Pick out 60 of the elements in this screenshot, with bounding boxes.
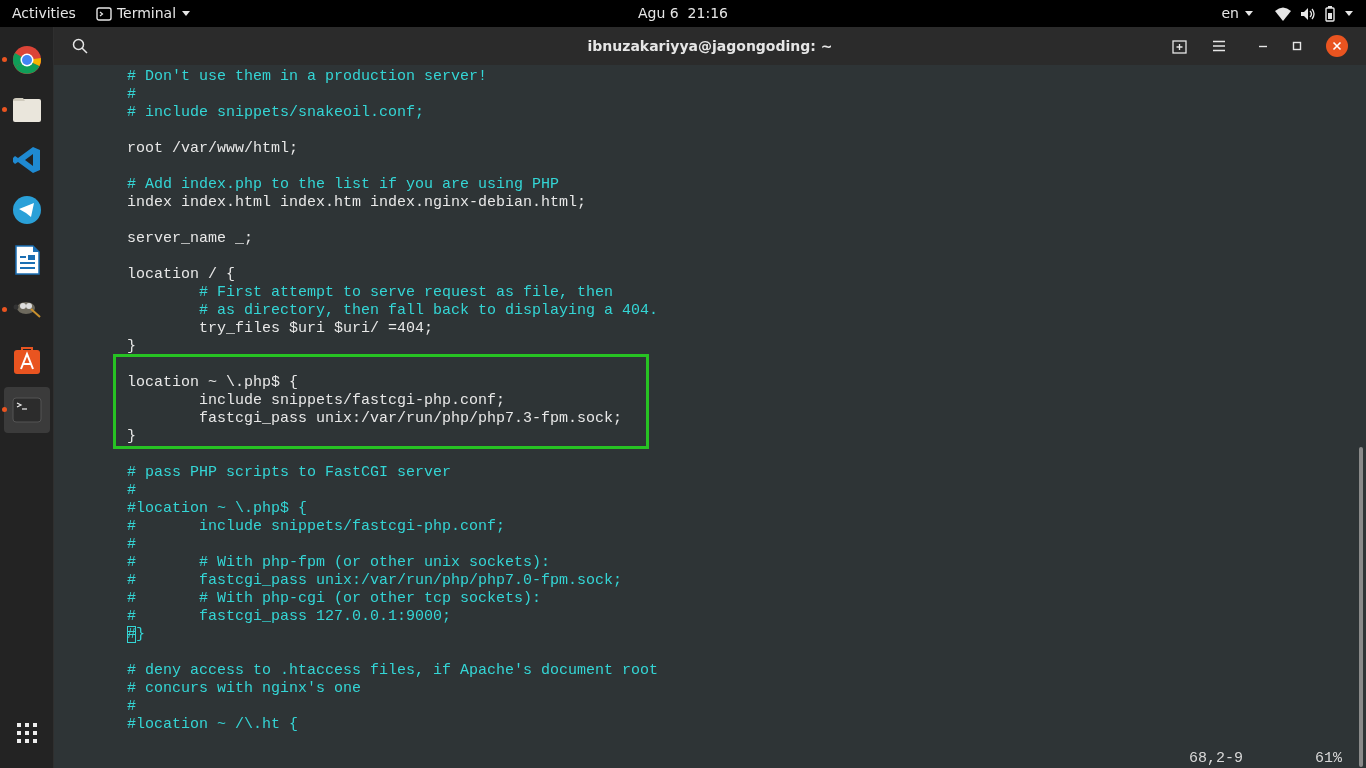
comment-line: # Don't use them in a production server! — [127, 68, 489, 87]
code-line: try_files $uri $uri/ =404; — [198, 320, 435, 339]
system-menu[interactable] — [1272, 5, 1356, 22]
comment-line: # pass PHP scripts to FastCGI server — [127, 464, 453, 483]
window-title: ibnuzakariyya@jagongoding: ~ — [587, 37, 833, 56]
code-line: } — [127, 428, 137, 447]
comment-line: # # With php-fpm (or other unix sockets): — [127, 554, 552, 573]
comment-line: # include snippets/snakeoil.conf; — [127, 104, 426, 123]
shopping-bag-icon — [12, 345, 42, 375]
comment-line: # First attempt to serve request as file, then — [198, 284, 615, 303]
maximize-icon — [1292, 41, 1302, 51]
clock[interactable]: Agu 6 21:16 — [638, 3, 728, 24]
battery-icon — [1324, 5, 1336, 22]
scrollbar-thumb[interactable] — [1359, 447, 1363, 767]
comment-line: # — [127, 536, 137, 555]
cursor-position: 68,2-9 — [1188, 750, 1243, 768]
browser-icon — [12, 45, 42, 75]
comment-line: # Add index.php to the list if you are using PHP — [127, 176, 561, 195]
apps-grid-icon — [17, 723, 37, 743]
activities-button[interactable]: Activities — [10, 3, 78, 24]
minimize-icon — [1258, 44, 1268, 48]
comment-line: # — [127, 86, 137, 105]
comment-line: # include snippets/fastcgi-php.conf; — [127, 518, 507, 537]
caret-icon — [1244, 9, 1254, 18]
comment-line: # — [127, 698, 137, 717]
language-menu[interactable]: en — [1219, 3, 1256, 24]
document-icon — [12, 245, 42, 275]
mascot-icon — [12, 301, 42, 319]
volume-icon — [1300, 6, 1316, 21]
paper-plane-icon — [12, 195, 42, 225]
caret-icon — [181, 9, 192, 18]
terminal-icon — [12, 395, 42, 425]
comment-line: # deny access to .htaccess files, if Apache's document root — [127, 662, 660, 681]
code-line: location / { — [127, 266, 237, 285]
close-icon — [1326, 35, 1348, 57]
code-editor-icon — [12, 145, 42, 175]
comment-line: # as directory, then fall back to displaying a 404. — [198, 302, 660, 321]
folder-icon — [12, 95, 42, 125]
comment-line: # — [127, 482, 137, 501]
terminal-icon — [95, 6, 112, 21]
comment-line: # fastcgi_pass unix:/var/run/php/php7.0-fpm.sock; — [127, 572, 624, 591]
comment-line: # # With php-cgi (or other tcp sockets): — [127, 590, 543, 609]
app-menu[interactable]: Terminal — [93, 3, 194, 24]
menu-icon — [1212, 40, 1226, 52]
code-line: fastcgi_pass unix:/var/run/php/php7.3-fpm.sock; — [198, 410, 624, 429]
code-line: root /var/www/html; — [127, 140, 300, 159]
code-line: include snippets/fastcgi-php.conf; — [198, 392, 507, 411]
code-line: server_name _; — [127, 230, 255, 249]
comment-line: # concurs with nginx's one — [127, 680, 363, 699]
code-line: index index.html index.htm index.nginx-debian.html; — [127, 194, 588, 213]
search-icon — [72, 38, 88, 54]
comment-line: # fastcgi_pass 127.0.0.1:9000; — [127, 608, 453, 627]
caret-icon — [1344, 9, 1354, 18]
scroll-percentage: 61% — [1315, 750, 1342, 768]
new-tab-icon — [1172, 38, 1188, 54]
code-line: } — [127, 338, 137, 357]
comment-line: #location ~ /\.ht { — [127, 716, 300, 735]
wifi-icon — [1274, 6, 1292, 21]
code-line: location ~ \.php$ { — [127, 374, 300, 393]
comment-line: #location ~ \.php$ { — [127, 500, 309, 519]
